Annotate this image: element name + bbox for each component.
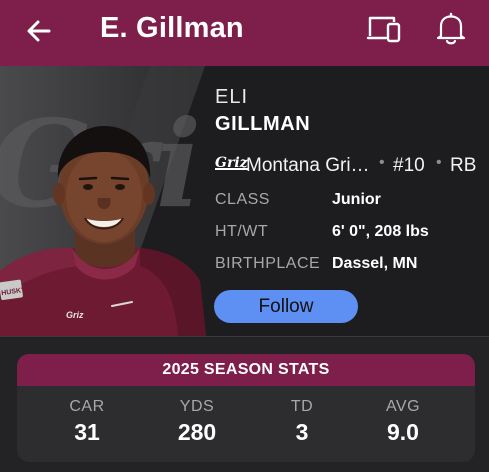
- jersey-number: #10: [393, 155, 425, 176]
- info-row-htwt: HT/WT 6' 0", 208 lbs: [215, 223, 485, 247]
- top-app-bar: E. Gillman: [0, 0, 489, 66]
- info-row-birthplace: BIRTHPLACE Dassel, MN: [215, 255, 485, 279]
- svg-text:Griz: Griz: [66, 310, 84, 320]
- page-title: E. Gillman: [100, 12, 244, 44]
- stat-value: 9.0: [387, 419, 419, 445]
- info-value: Junior: [332, 191, 381, 208]
- team-name[interactable]: Montana Gri…: [246, 155, 370, 177]
- stat-label: TD: [290, 398, 314, 415]
- team-logo: Griz: [215, 155, 248, 171]
- back-button[interactable]: [22, 14, 56, 48]
- stat-yds: YDS 280: [157, 398, 237, 446]
- player-hero: Gri HUSKY Griz ELI GILLMAN: [0, 66, 489, 336]
- devices-icon: [366, 16, 401, 43]
- stat-value: 3: [295, 419, 309, 445]
- separator-dot: •: [436, 154, 442, 171]
- season-stats-card: 2025 SEASON STATS CAR 31 YDS 280 TD 3 AV…: [17, 354, 475, 462]
- stat-car: CAR 31: [47, 398, 127, 446]
- devices-button[interactable]: [366, 12, 404, 46]
- info-row-class: CLASS Junior: [215, 191, 485, 215]
- team-row: Griz Montana Gri… • #10 • RB: [215, 154, 485, 180]
- info-value: Dassel, MN: [332, 255, 418, 272]
- player-last-name: GILLMAN: [215, 113, 311, 135]
- notifications-button[interactable]: [434, 10, 468, 46]
- info-label: BIRTHPLACE: [215, 255, 321, 272]
- player-photo: HUSKY Griz: [0, 126, 206, 336]
- stat-label: YDS: [179, 398, 215, 415]
- stat-avg: AVG 9.0: [363, 398, 443, 446]
- stat-value: 31: [74, 419, 100, 445]
- section-divider: [0, 336, 489, 337]
- stat-value: 280: [177, 419, 217, 445]
- stat-td: TD 3: [262, 398, 342, 446]
- arrow-left-icon: [27, 20, 51, 42]
- stat-label: AVG: [385, 398, 421, 415]
- separator-dot: •: [379, 154, 385, 171]
- bell-icon: [436, 12, 466, 45]
- player-position: RB: [450, 155, 477, 176]
- info-label: CLASS: [215, 191, 270, 208]
- info-label: HT/WT: [215, 223, 269, 240]
- info-value: 6' 0", 208 lbs: [332, 223, 429, 240]
- stat-label: CAR: [69, 398, 105, 415]
- player-first-name: ELI: [215, 86, 249, 108]
- stats-card-title: 2025 SEASON STATS: [17, 354, 475, 386]
- follow-button[interactable]: Follow: [214, 290, 358, 323]
